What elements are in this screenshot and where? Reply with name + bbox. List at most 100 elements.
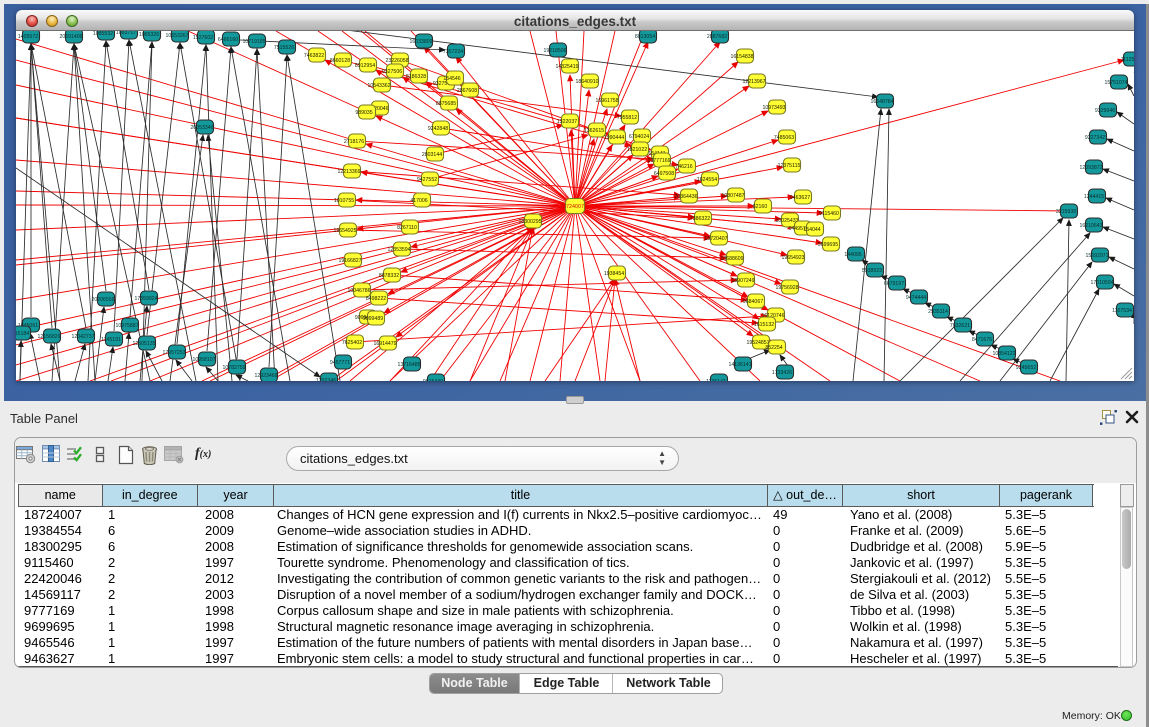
svg-text:18907249: 18907249	[731, 278, 754, 284]
svg-text:7955812: 7955812	[617, 115, 637, 121]
svg-text:1990444: 1990444	[604, 135, 624, 141]
svg-text:17957253: 17957253	[162, 350, 185, 356]
svg-text:10653267: 10653267	[165, 33, 188, 39]
svg-text:7386322: 7386322	[690, 216, 710, 222]
svg-text:10973493: 10973493	[762, 105, 785, 111]
svg-text:746216: 746216	[675, 164, 692, 170]
svg-text:1136141: 1136141	[706, 379, 726, 381]
svg-text:9327506: 9327506	[382, 69, 402, 75]
svg-text:6466160: 6466160	[218, 37, 238, 43]
svg-text:2803144: 2803144	[422, 152, 442, 158]
svg-text:20206556: 20206556	[91, 297, 114, 303]
svg-text:154546: 154546	[443, 76, 460, 82]
svg-text:8660128: 8660128	[330, 58, 350, 64]
svg-text:989035: 989035	[355, 110, 372, 116]
svg-text:1405572: 1405572	[18, 34, 38, 40]
svg-text:9463627: 9463627	[790, 195, 810, 201]
svg-text:20364436: 20364436	[674, 194, 697, 200]
svg-text:19654923: 19654923	[781, 255, 804, 261]
svg-text:8498222: 8498222	[366, 296, 386, 302]
svg-text:10719185: 10719185	[242, 39, 265, 45]
svg-text:7463822: 7463822	[304, 53, 324, 59]
svg-text:6794024: 6794024	[629, 134, 649, 140]
svg-text:9227342: 9227342	[1085, 135, 1105, 141]
svg-text:7625402: 7625402	[342, 340, 362, 346]
svg-text:10046786: 10046786	[347, 288, 370, 294]
svg-text:1527602: 1527602	[193, 35, 213, 41]
svg-text:20053346: 20053346	[190, 125, 213, 131]
svg-text:12353594: 12353594	[387, 247, 410, 253]
svg-text:17010504: 17010504	[1090, 280, 1113, 286]
svg-text:8878332: 8878332	[379, 273, 399, 279]
svg-text:1093717: 1093717	[116, 31, 136, 36]
svg-text:2718176: 2718176	[344, 139, 364, 145]
svg-text:1362615: 1362615	[584, 128, 604, 134]
svg-text:19756928: 19756928	[775, 285, 798, 291]
svg-text:15692971: 15692971	[1085, 253, 1108, 259]
svg-text:10807487: 10807487	[721, 193, 744, 199]
svg-text:1145191: 1145191	[101, 337, 121, 343]
svg-text:12156829: 12156829	[37, 334, 60, 340]
svg-text:19166827: 19166827	[338, 258, 361, 264]
svg-text:10975887: 10975887	[115, 323, 138, 329]
svg-text:9099489: 9099489	[363, 316, 383, 322]
svg-text:154044: 154044	[803, 227, 820, 233]
svg-text:2935114: 2935114	[928, 309, 948, 315]
svg-text:111253: 111253	[1121, 57, 1134, 63]
svg-text:16210643: 16210643	[1079, 223, 1102, 229]
svg-text:16033809: 16033809	[409, 39, 432, 45]
svg-text:3215938: 3215938	[1056, 209, 1076, 215]
svg-text:1821022: 1821022	[627, 147, 647, 153]
svg-text:8875685: 8875685	[436, 101, 456, 107]
svg-text:19218506: 19218506	[543, 48, 566, 54]
svg-text:7632621: 7632621	[950, 323, 970, 329]
svg-text:16648784: 16648784	[870, 99, 893, 105]
svg-text:12042737: 12042737	[71, 334, 94, 340]
svg-text:18300295: 18300295	[518, 219, 541, 225]
svg-text:19654925: 19654925	[333, 228, 356, 234]
svg-text:9115460: 9115460	[819, 211, 839, 217]
svg-text:12213967: 12213967	[742, 79, 765, 85]
svg-text:15720407: 15720407	[704, 236, 727, 242]
svg-text:852254: 852254	[765, 345, 782, 351]
svg-text:18640910: 18640910	[575, 79, 598, 85]
svg-text:10688609: 10688609	[720, 256, 743, 262]
svg-text:62160: 62160	[753, 204, 768, 210]
svg-text:1733426: 1733426	[772, 370, 792, 376]
svg-text:8186328: 8186328	[406, 74, 426, 80]
svg-text:9457771: 9457771	[330, 360, 350, 366]
svg-text:13716485: 13716485	[397, 362, 420, 368]
svg-text:1167534: 1167534	[1112, 308, 1132, 314]
svg-text:8267110: 8267110	[397, 225, 417, 231]
svg-text:1085532: 1085532	[93, 31, 113, 37]
svg-text:18724007: 18724007	[560, 204, 584, 210]
svg-text:10782759: 10782759	[222, 365, 245, 371]
svg-text:2887682: 2887682	[707, 34, 727, 40]
svg-text:9684067: 9684067	[743, 299, 763, 305]
svg-text:6679197: 6679197	[884, 281, 904, 287]
svg-text:8471676: 8471676	[972, 337, 992, 343]
svg-text:10854122: 10854122	[992, 351, 1015, 357]
svg-text:9329946: 9329946	[1095, 108, 1115, 114]
svg-text:14136141: 14136141	[728, 362, 751, 368]
svg-text:10543362: 10543362	[367, 83, 390, 89]
svg-text:8912954: 8912954	[355, 63, 375, 69]
svg-text:1615132: 1615132	[754, 322, 774, 328]
svg-text:1938454: 1938454	[604, 271, 624, 277]
svg-text:7357224: 7357224	[443, 49, 463, 55]
svg-text:417006: 417006	[410, 198, 427, 204]
svg-text:15751074: 15751074	[1104, 80, 1127, 86]
svg-text:16914479: 16914479	[373, 341, 396, 347]
svg-text:6497508: 6497508	[654, 171, 674, 177]
svg-text:1292346: 1292346	[316, 378, 336, 381]
svg-text:2867608: 2867608	[457, 88, 477, 94]
svg-text:9515440: 9515440	[423, 379, 443, 381]
svg-text:1010755: 1010755	[334, 198, 354, 204]
svg-text:19777169: 19777169	[647, 158, 670, 164]
svg-text:16961758: 16961758	[595, 98, 618, 104]
svg-text:1065326: 1065326	[139, 32, 159, 38]
svg-text:9699695: 9699695	[818, 242, 838, 248]
svg-text:16154838: 16154838	[730, 54, 753, 60]
svg-text:9427552: 9427552	[417, 177, 437, 183]
svg-text:9242848: 9242848	[428, 126, 448, 132]
